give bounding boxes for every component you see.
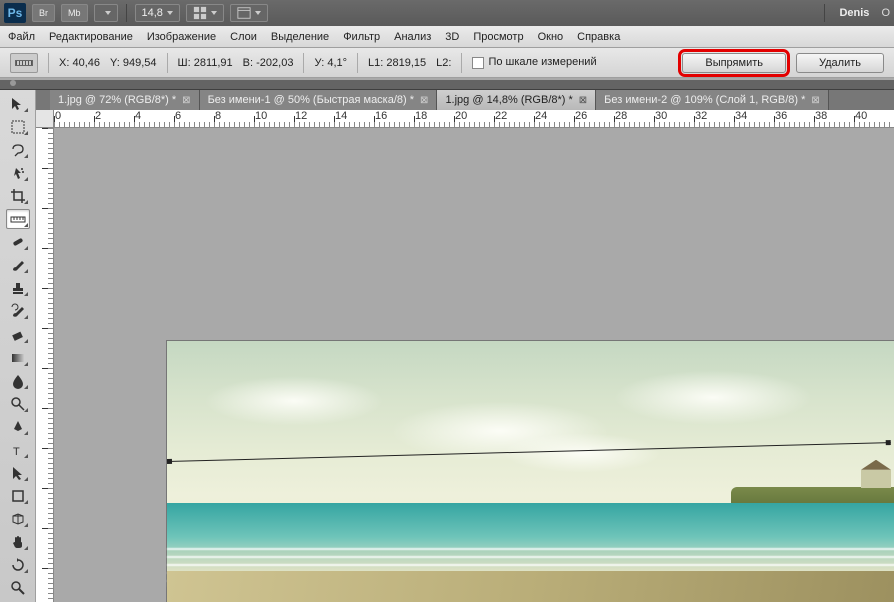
tool-healing[interactable] [6,232,30,252]
panel-handle[interactable] [0,80,894,90]
canvas-wrapper [36,128,894,602]
tool-brush[interactable] [6,255,30,275]
extras-dropdown[interactable] [230,4,268,22]
ruler-horizontal[interactable]: 0246810121416182022242628303234363840 [36,110,894,128]
tool-history-brush[interactable] [6,301,30,321]
tool-marquee[interactable] [6,117,30,137]
scale-checkbox[interactable] [472,57,484,69]
tool-shape[interactable] [6,486,30,506]
coord-h: В: -202,03 [243,57,294,69]
active-tool-indicator[interactable] [10,53,38,73]
straighten-button[interactable]: Выпрямить [682,53,786,73]
ruler-labels: 0246810121416182022242628303234363840 [54,110,894,122]
photoshop-logo-icon: Ps [4,3,26,23]
separator [824,4,825,22]
bridge-button[interactable]: Br [32,4,55,22]
grid-icon [193,6,207,20]
close-icon[interactable]: ⊠ [420,95,428,106]
coord-angle: У: 4,1° [314,57,347,69]
document-tab-active[interactable]: 1.jpg @ 14,8% (RGB/8*) *⊠ [437,90,596,110]
separator [126,4,127,22]
tool-zoom[interactable] [6,578,30,598]
separator [48,53,49,73]
user-name: Denis [833,7,875,19]
tool-quick-select[interactable] [6,163,30,183]
document-area: 1.jpg @ 72% (RGB/8*) *⊠ Без имени-1 @ 50… [36,90,894,602]
scale-checkbox-label[interactable]: По шкале измерений [472,56,596,68]
coord-l2: L2: [436,57,451,69]
menu-window[interactable]: Окно [538,31,564,43]
ruler-corner [36,110,54,128]
coord-l1: L1: 2819,15 [368,57,426,69]
collapse-icon [10,80,16,86]
menu-analysis[interactable]: Анализ [394,31,431,43]
tool-blur[interactable] [6,371,30,391]
ruler-vertical[interactable] [36,128,54,602]
tool-gradient[interactable] [6,348,30,368]
menu-bar: Файл Редактирование Изображение Слои Выд… [0,26,894,48]
chevron-down-icon [211,11,217,15]
close-icon[interactable]: ⊠ [182,95,190,106]
tool-rotate-view[interactable] [6,555,30,575]
screen-mode-dropdown[interactable] [94,4,118,22]
window-icon [237,6,251,20]
menu-layers[interactable]: Слои [230,31,257,43]
document-tabs: 1.jpg @ 72% (RGB/8*) *⊠ Без имени-1 @ 50… [36,90,894,110]
menu-select[interactable]: Выделение [271,31,329,43]
zoom-level-dropdown[interactable]: 14,8 [135,4,180,22]
tool-lasso[interactable] [6,140,30,160]
svg-text:T: T [13,446,20,458]
delete-button[interactable]: Удалить [796,53,884,73]
tool-path-select[interactable] [6,463,30,483]
main-area: T 1.jpg @ 72% (RGB/8*) *⊠ Без имени-1 @ … [0,90,894,602]
canvas[interactable] [54,128,894,602]
tool-move[interactable] [6,94,30,114]
chevron-down-icon [167,11,173,15]
tool-3d[interactable] [6,509,30,529]
tool-ruler[interactable] [6,209,30,229]
tool-dodge[interactable] [6,394,30,414]
menu-view[interactable]: Просмотр [473,31,523,43]
trail-text: О [881,7,890,19]
zoom-value: 14,8 [142,7,163,19]
document-image [167,341,894,602]
minibridge-button[interactable]: Mb [61,4,88,22]
document-tab[interactable]: 1.jpg @ 72% (RGB/8*) *⊠ [50,90,200,110]
menu-3d[interactable]: 3D [445,31,459,43]
separator [357,53,358,73]
menu-image[interactable]: Изображение [147,31,216,43]
separator [461,53,462,73]
chevron-down-icon [255,11,261,15]
coord-w: Ш: 2811,91 [178,57,233,69]
menu-filter[interactable]: Фильтр [343,31,380,43]
tool-pen[interactable] [6,417,30,437]
tool-eraser[interactable] [6,324,30,344]
close-icon[interactable]: ⊠ [811,95,819,106]
tool-hand[interactable] [6,532,30,552]
menu-help[interactable]: Справка [577,31,620,43]
menu-edit[interactable]: Редактирование [49,31,133,43]
coord-y: Y: 949,54 [110,57,157,69]
close-icon[interactable]: ⊠ [579,95,587,106]
arrange-dropdown[interactable] [186,4,224,22]
coord-x: X: 40,46 [59,57,100,69]
options-bar: X: 40,46 Y: 949,54 Ш: 2811,91 В: -202,03… [0,48,894,78]
chevron-down-icon [105,11,111,15]
menu-file[interactable]: Файл [8,31,35,43]
separator [303,53,304,73]
app-bar: Ps Br Mb 14,8 Denis О [0,0,894,26]
tool-stamp[interactable] [6,278,30,298]
ruler-icon [15,60,33,66]
separator [167,53,168,73]
tool-type[interactable]: T [6,440,30,460]
document-tab[interactable]: Без имени-1 @ 50% (Быстрая маска/8) *⊠ [200,90,438,110]
document-tab[interactable]: Без имени-2 @ 109% (Слой 1, RGB/8) *⊠ [596,90,829,110]
tool-crop[interactable] [6,186,30,206]
toolbar: T [0,90,36,602]
